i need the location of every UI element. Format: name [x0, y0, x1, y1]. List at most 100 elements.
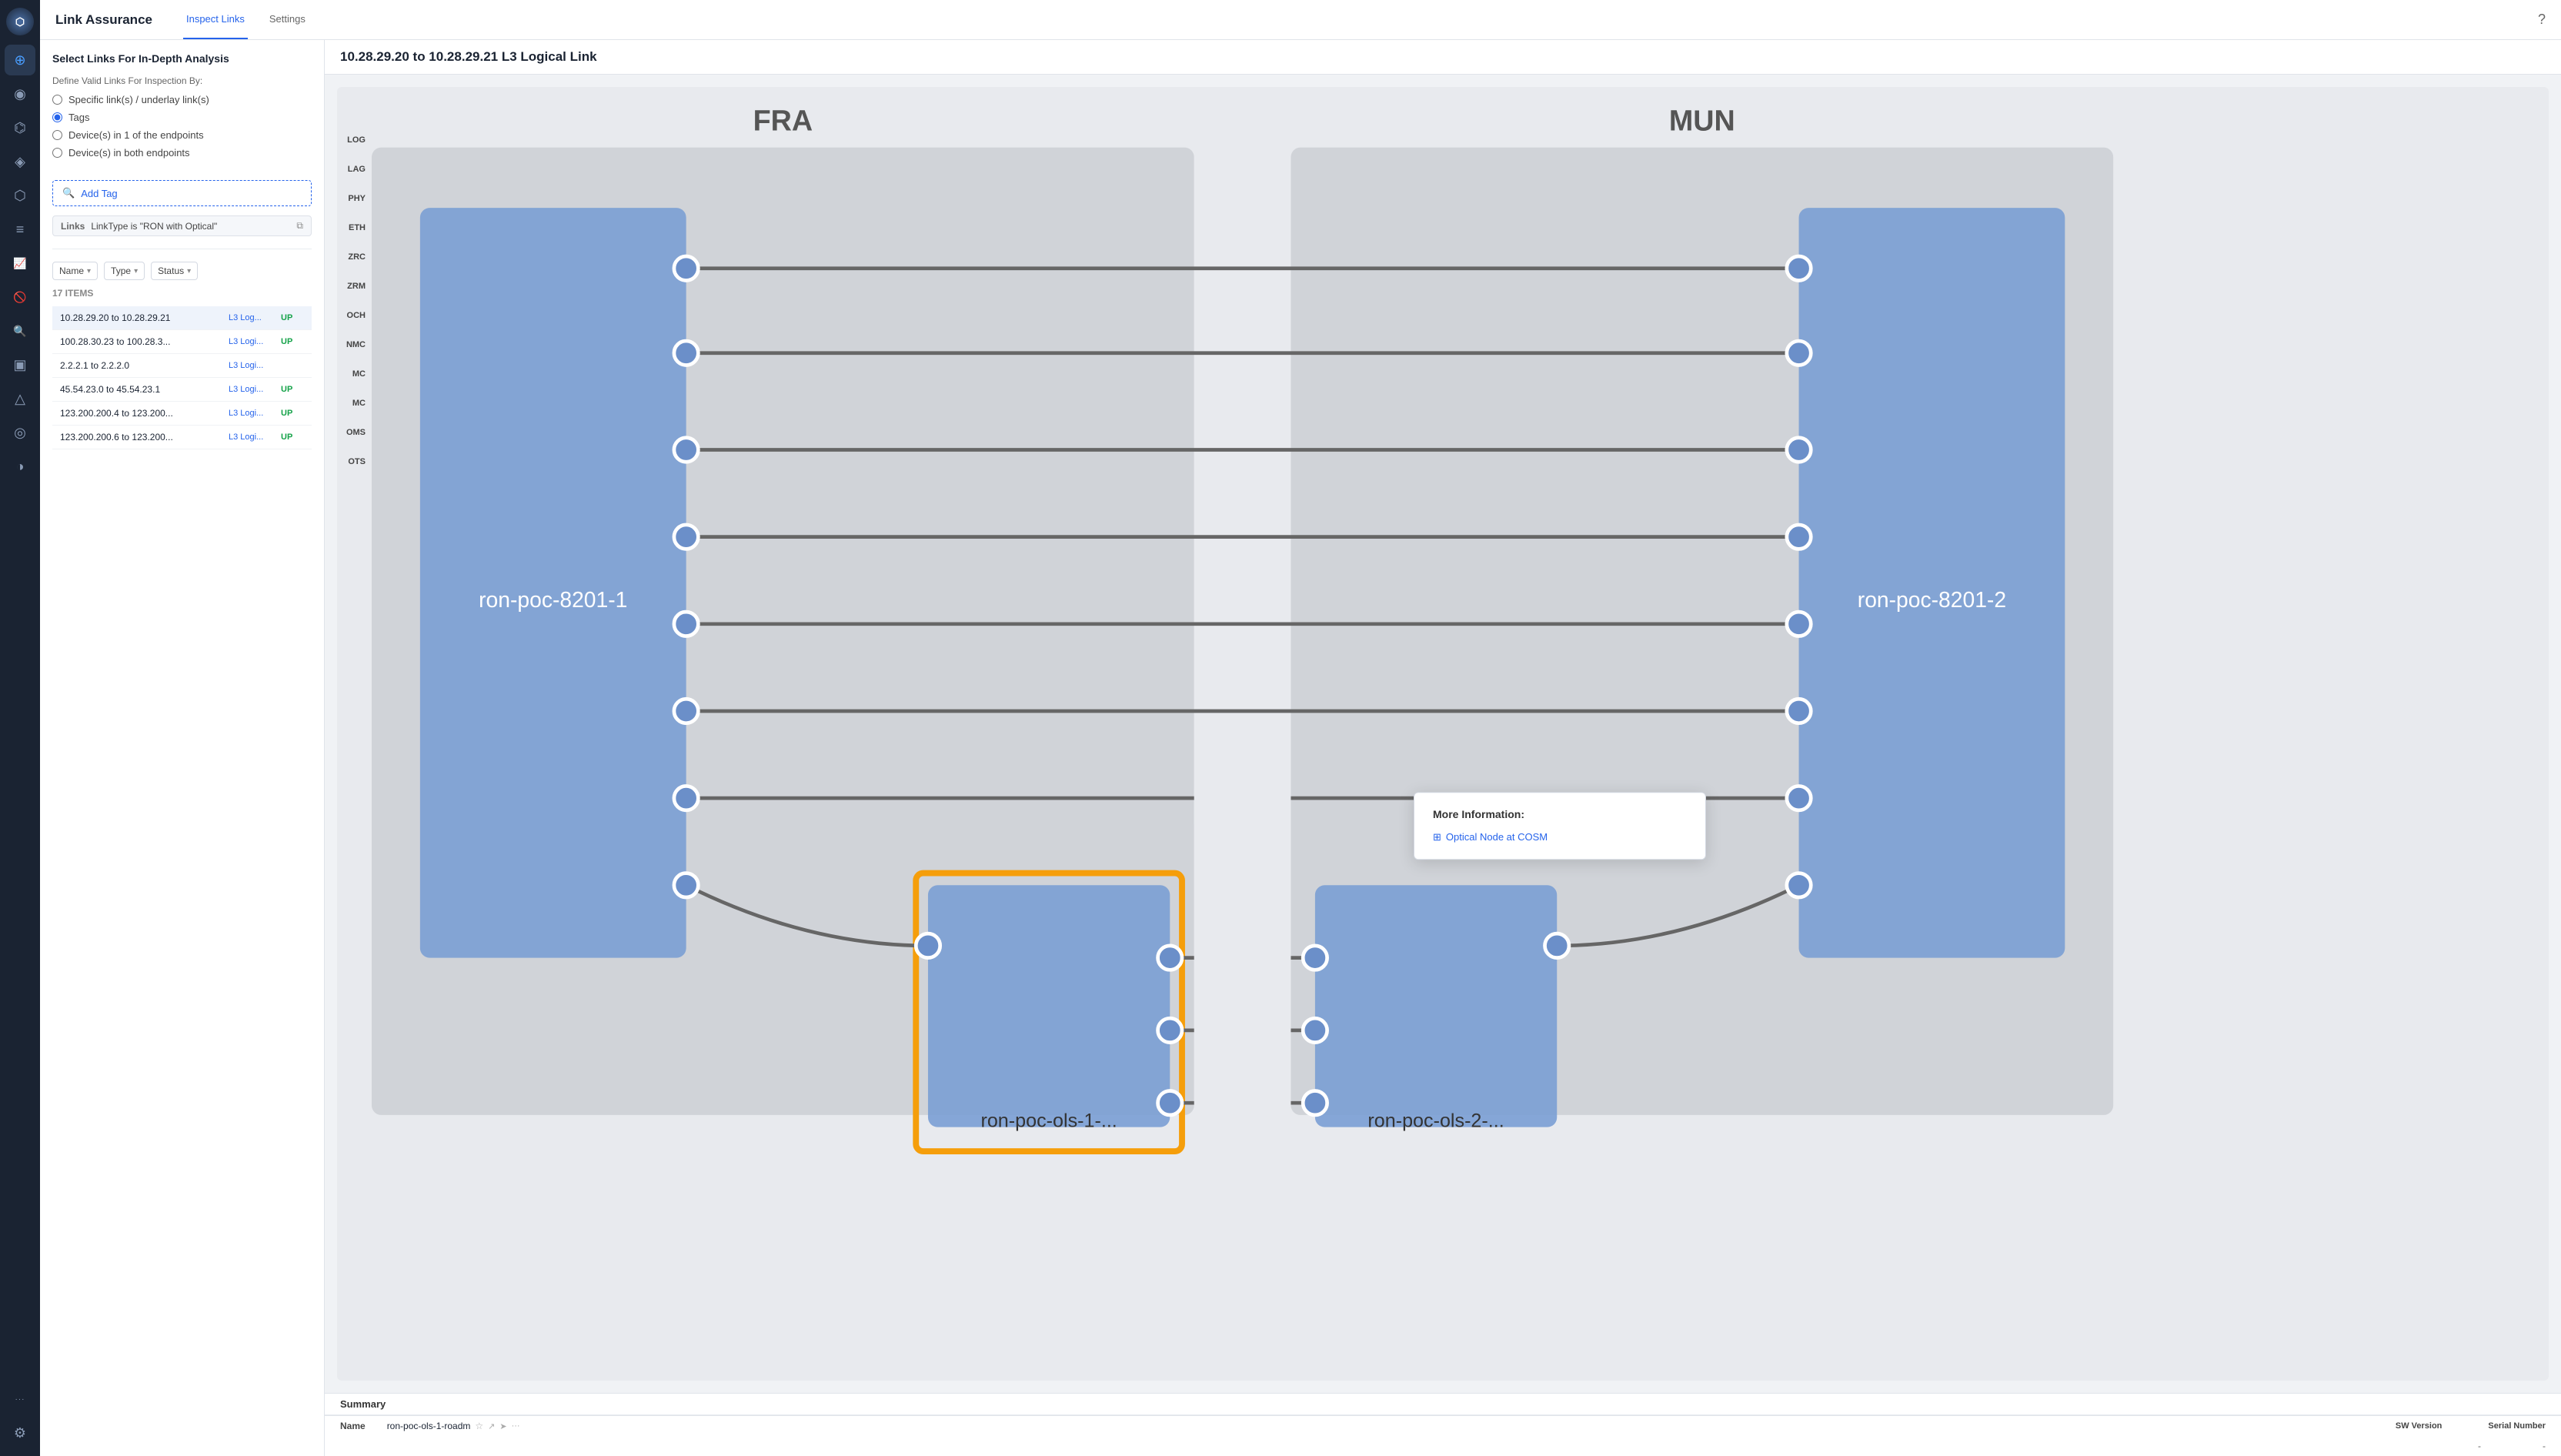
app-title: Link Assurance [55, 12, 152, 28]
sidebar-item-topology[interactable]: ⌬ [5, 112, 35, 143]
link-item[interactable]: 2.2.2.1 to 2.2.2.0 L3 Logi... [52, 354, 312, 378]
link-status: UP [281, 409, 304, 418]
home-icon: ⊕ [14, 52, 25, 68]
target-icon: ◎ [14, 425, 26, 441]
filter-section: Define Valid Links For Inspection By: Sp… [52, 75, 312, 159]
tag-value: LinkType is "RON with Optical" [91, 221, 217, 232]
half-circle-icon: ◑ [16, 459, 25, 475]
add-tag-button[interactable]: 🔍 Add Tag [52, 180, 312, 206]
star-icon[interactable]: ☆ [475, 1421, 483, 1431]
ols-left-label: ron-poc-ols-1-... [980, 1110, 1117, 1132]
content: Select Links For In-Depth Analysis Defin… [40, 40, 2561, 1456]
link-item[interactable]: 123.200.200.4 to 123.200... L3 Logi... U… [52, 402, 312, 426]
radio-group: Specific link(s) / underlay link(s) Tags… [52, 94, 312, 159]
link-item[interactable]: 123.200.200.6 to 123.200... L3 Logi... U… [52, 426, 312, 449]
name-filter[interactable]: Name ▾ [52, 262, 98, 280]
layer-labels: LOG LAG PHY ETH ZRC ZRM OCH NMC MC MC OM… [337, 125, 372, 476]
link-name: 100.28.30.23 to 100.28.3... [60, 336, 222, 347]
chevron-icon: ▾ [187, 267, 191, 276]
link-status: UP [281, 337, 304, 346]
sidebar: ⬡ ⊕ ◉ ⌬ ◈ ⬡ ≡ 📈 🚫 🔍 ▣ △ ◎ ◑ ··· ⚙ [0, 0, 40, 1456]
node-name-row: Name ron-poc-ols-1-roadm ☆ ↗ ➤ ··· SW Ve… [325, 1415, 2561, 1436]
copy-icon[interactable]: ⧉ [296, 220, 303, 232]
link-status: UP [281, 432, 304, 442]
link-item[interactable]: 100.28.30.23 to 100.28.3... L3 Logi... U… [52, 330, 312, 354]
radio-device-one[interactable]: Device(s) in 1 of the endpoints [52, 129, 312, 141]
square-icon: ▣ [13, 357, 26, 373]
node-right-label: ron-poc-8201-2 [1858, 587, 2006, 612]
link-status: UP [281, 385, 304, 394]
radio-device-both[interactable]: Device(s) in both endpoints [52, 147, 312, 159]
sidebar-item-square[interactable]: ▣ [5, 349, 35, 380]
sidebar-item-grid[interactable]: ◈ [5, 146, 35, 177]
filter-label: Define Valid Links For Inspection By: [52, 75, 312, 86]
ols-right-label: ron-poc-ols-2-... [1367, 1110, 1504, 1132]
sidebar-item-triangle[interactable]: △ [5, 383, 35, 414]
chevron-icon: ▾ [87, 267, 91, 276]
link-item[interactable]: 10.28.29.20 to 10.28.29.21 L3 Log... UP [52, 306, 312, 330]
link-name: 123.200.200.6 to 123.200... [60, 432, 222, 442]
sidebar-item-target[interactable]: ◎ [5, 417, 35, 448]
link-name: 10.28.29.20 to 10.28.29.21 [60, 312, 222, 323]
link-type: L3 Logi... [229, 385, 275, 394]
popup-title: More Information: [1433, 808, 1687, 820]
settings-nav-icon[interactable]: ⚙ [5, 1418, 35, 1448]
layer-mc1: MC [337, 359, 372, 389]
block-icon: 🚫 [13, 291, 26, 304]
tag-filter-badge: Links LinkType is "RON with Optical" ⧉ [52, 215, 312, 236]
sidebar-item-circle[interactable]: ◉ [5, 78, 35, 109]
tab-settings[interactable]: Settings [266, 0, 309, 39]
filter-row: Name ▾ Type ▾ Status ▾ [52, 262, 312, 280]
more-info-popup: More Information: ⊞ Optical Node at COSM [1414, 792, 1706, 860]
tag-label: Links [61, 221, 85, 232]
items-count: 17 ITEMS [52, 288, 312, 299]
more-actions-icon[interactable]: ··· [512, 1421, 520, 1431]
sidebar-item-search[interactable]: 🔍 [5, 316, 35, 346]
go-to-icon[interactable]: ➤ [499, 1421, 506, 1431]
serial-col: Serial Number [2488, 1421, 2546, 1431]
sidebar-item-block[interactable]: 🚫 [5, 282, 35, 312]
bottom-area: Summary Name ron-poc-ols-1-roadm ☆ ↗ ➤ ·… [325, 1393, 2561, 1456]
sidebar-item-layers[interactable]: ≡ [5, 214, 35, 245]
link-name: 45.54.23.0 to 45.54.23.1 [60, 384, 222, 395]
link-type: L3 Logi... [229, 361, 275, 370]
layer-oms: OMS [337, 418, 372, 447]
mun-label: MUN [1669, 105, 1735, 137]
external-link-icon: ⊞ [1433, 831, 1441, 843]
diagram-container: LOG LAG PHY ETH ZRC ZRM OCH NMC MC MC OM… [337, 87, 2549, 1381]
sw-version-col: SW Version [2396, 1421, 2442, 1431]
sidebar-item-hex[interactable]: ⬡ [5, 180, 35, 211]
sidebar-item-home[interactable]: ⊕ [5, 45, 35, 75]
left-panel: Select Links For In-Depth Analysis Defin… [40, 40, 325, 1456]
sidebar-item-halfcircle[interactable]: ◑ [5, 451, 35, 482]
radio-tags[interactable]: Tags [52, 112, 312, 123]
panel-title: Select Links For In-Depth Analysis [52, 52, 312, 65]
link-name: 123.200.200.4 to 123.200... [60, 408, 222, 419]
network-diagram-svg: FRA MUN ron-poc-8201-1 ron-poc-8201-2 [372, 87, 2549, 1345]
sidebar-item-chart[interactable]: 📈 [5, 248, 35, 279]
layer-nmc: NMC [337, 330, 372, 359]
external-nav-icon[interactable]: ↗ [488, 1421, 495, 1431]
link-item[interactable]: 45.54.23.0 to 45.54.23.1 L3 Logi... UP [52, 378, 312, 402]
type-filter[interactable]: Type ▾ [104, 262, 145, 280]
diagram-area: LOG LAG PHY ETH ZRC ZRM OCH NMC MC MC OM… [325, 75, 2561, 1393]
tab-inspect-links[interactable]: Inspect Links [183, 0, 248, 39]
right-panel: 10.28.29.20 to 10.28.29.21 L3 Logical Li… [325, 40, 2561, 1456]
table-data-row: - - [325, 1436, 2561, 1456]
link-list: 10.28.29.20 to 10.28.29.21 L3 Log... UP … [52, 306, 312, 449]
app-logo[interactable]: ⬡ [6, 8, 34, 35]
layer-eth: ETH [337, 213, 372, 242]
triangle-icon: △ [15, 391, 25, 407]
topbar-right: ? [2538, 12, 2546, 28]
more-items[interactable]: ··· [5, 1384, 35, 1414]
summary-tab-label[interactable]: Summary [340, 1398, 386, 1410]
layer-lag: LAG [337, 155, 372, 184]
search-icon: 🔍 [13, 325, 26, 338]
serial-number-cell: - [2543, 1441, 2546, 1451]
help-icon[interactable]: ? [2538, 12, 2546, 27]
node-left-label: ron-poc-8201-1 [479, 587, 627, 612]
radio-specific-links[interactable]: Specific link(s) / underlay link(s) [52, 94, 312, 105]
popup-link[interactable]: ⊞ Optical Node at COSM [1433, 831, 1687, 843]
layer-zrc: ZRC [337, 242, 372, 272]
status-filter[interactable]: Status ▾ [151, 262, 198, 280]
